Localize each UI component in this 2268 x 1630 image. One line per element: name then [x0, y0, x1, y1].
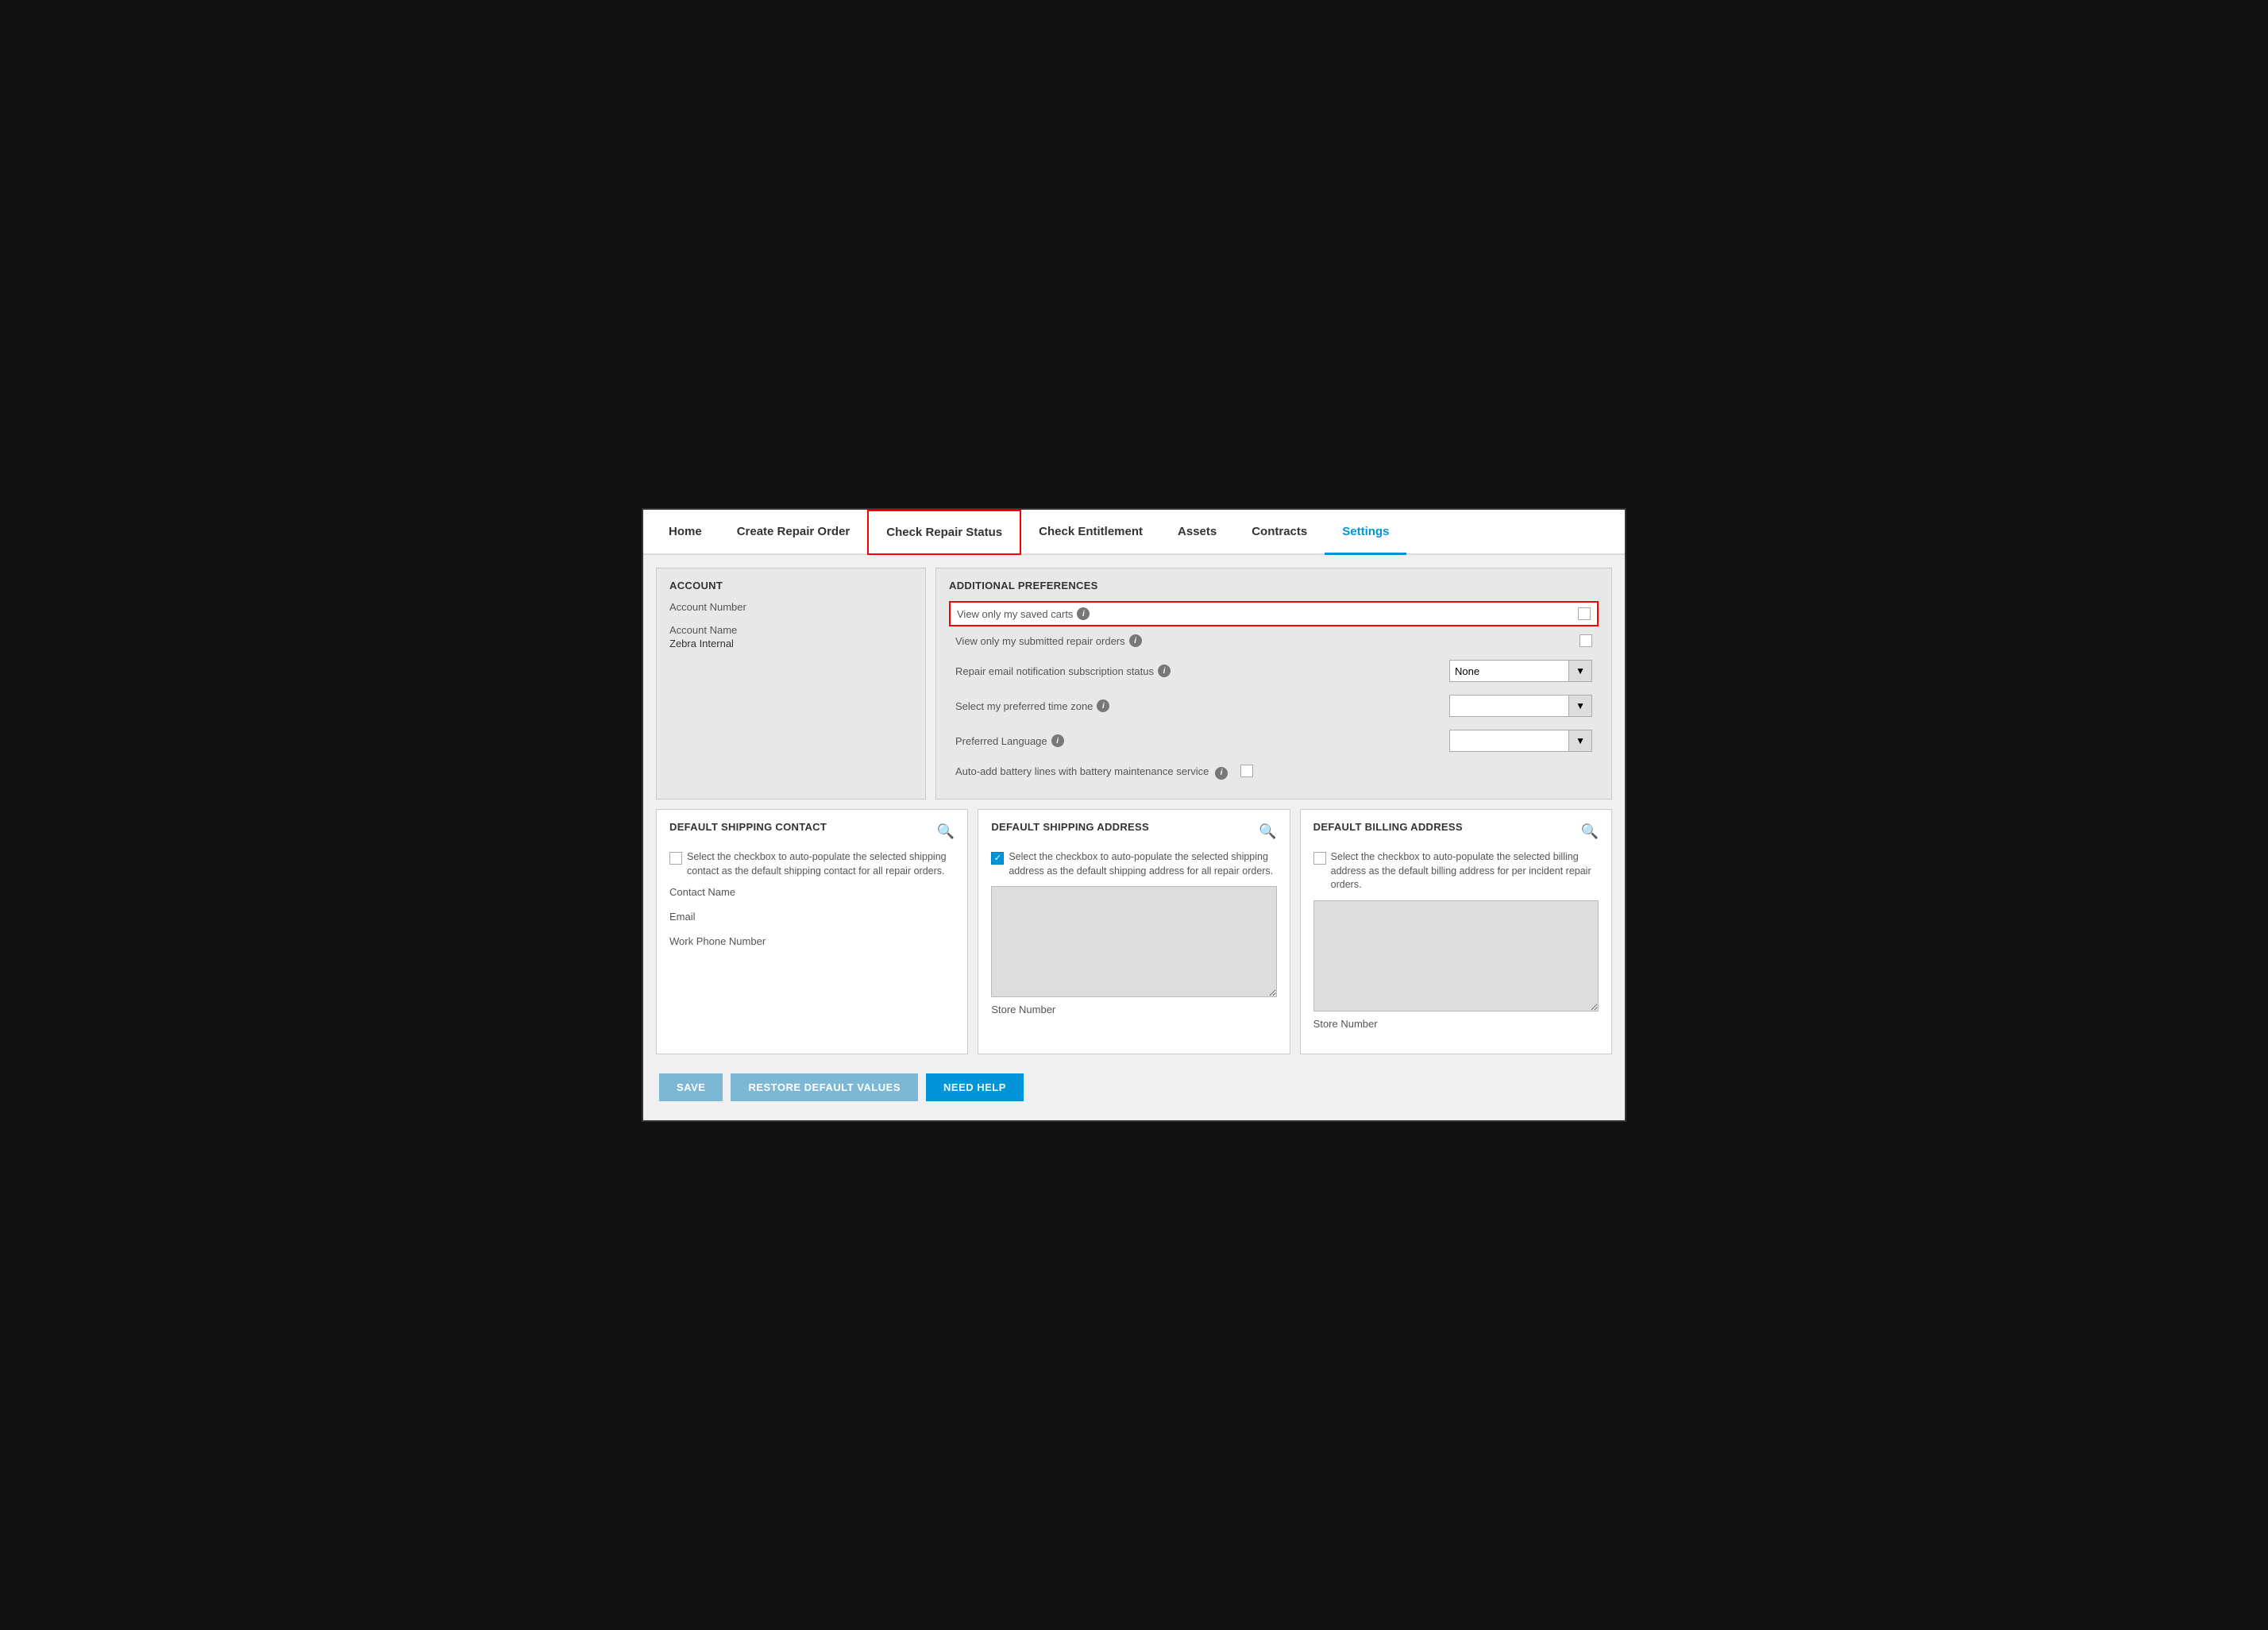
select-language[interactable]: ▼	[1449, 730, 1592, 752]
timezone-arrow[interactable]: ▼	[1568, 696, 1591, 716]
shipping-address-description: ✓ Select the checkbox to auto-populate t…	[991, 850, 1276, 878]
nav-settings[interactable]: Settings	[1325, 511, 1406, 555]
main-content: ACCOUNT Account Number Account Name Zebr…	[643, 555, 1625, 1120]
info-icon-email-notification[interactable]: i	[1158, 665, 1171, 677]
checkbox-battery[interactable]	[1240, 765, 1253, 777]
additional-preferences-panel: ADDITIONAL PREFERENCES View only my save…	[935, 568, 1612, 800]
shipping-contact-panel: DEFAULT SHIPPING CONTACT 🔍 Select the ch…	[656, 809, 968, 1054]
email-notification-select[interactable]: None All Custom	[1450, 665, 1568, 677]
pref-label-language: Preferred Language i	[955, 734, 1064, 747]
billing-address-textarea[interactable]	[1313, 900, 1599, 1012]
battery-row-content: Auto-add battery lines with battery main…	[955, 765, 1592, 780]
shipping-contact-search-icon[interactable]: 🔍	[937, 823, 955, 840]
shipping-contact-header: DEFAULT SHIPPING CONTACT 🔍	[669, 821, 955, 842]
timezone-select[interactable]	[1450, 700, 1568, 712]
save-button[interactable]: SAVE	[659, 1073, 723, 1101]
account-number-field: Account Number	[669, 601, 912, 613]
account-title: ACCOUNT	[669, 580, 912, 592]
email-notification-arrow[interactable]: ▼	[1568, 661, 1591, 681]
account-number-label: Account Number	[669, 601, 912, 613]
account-name-value: Zebra Internal	[669, 638, 912, 649]
button-bar: SAVE RESTORE DEFAULT VALUES NEED HELP	[656, 1067, 1612, 1108]
app-container: Home Create Repair Order Check Repair St…	[642, 508, 1626, 1122]
nav-create-repair-order[interactable]: Create Repair Order	[719, 511, 868, 555]
shipping-store-number-label: Store Number	[991, 1004, 1276, 1015]
nav-home[interactable]: Home	[651, 511, 719, 555]
info-icon-saved-carts[interactable]: i	[1077, 607, 1090, 620]
nav-bar: Home Create Repair Order Check Repair St…	[643, 510, 1625, 555]
pref-label-email-notification: Repair email notification subscription s…	[955, 665, 1171, 677]
pref-control-submitted-orders	[1580, 634, 1592, 647]
shipping-address-header: DEFAULT SHIPPING ADDRESS 🔍	[991, 821, 1276, 842]
billing-address-search-icon[interactable]: 🔍	[1581, 823, 1599, 840]
info-icon-timezone[interactable]: i	[1097, 699, 1109, 712]
pref-label-view-saved-carts: View only my saved carts i	[957, 607, 1090, 620]
checkbox-saved-carts[interactable]	[1578, 607, 1591, 620]
billing-address-title: DEFAULT BILLING ADDRESS	[1313, 821, 1463, 833]
shipping-address-search-icon[interactable]: 🔍	[1259, 823, 1276, 840]
phone-label: Work Phone Number	[669, 935, 955, 947]
billing-address-description: Select the checkbox to auto-populate the…	[1313, 850, 1599, 892]
pref-row-language: Preferred Language i ▼	[949, 725, 1599, 757]
battery-label: Auto-add battery lines with battery main…	[955, 765, 1228, 780]
pref-row-submitted-orders: View only my submitted repair orders i	[949, 630, 1599, 652]
shipping-address-panel: DEFAULT SHIPPING ADDRESS 🔍 ✓ Select the …	[978, 809, 1290, 1054]
account-name-field: Account Name Zebra Internal	[669, 624, 912, 649]
account-panel: ACCOUNT Account Number Account Name Zebr…	[656, 568, 926, 800]
restore-button[interactable]: RESTORE DEFAULT VALUES	[731, 1073, 918, 1101]
prefs-title: ADDITIONAL PREFERENCES	[949, 580, 1599, 592]
checkbox-billing-address[interactable]	[1313, 852, 1326, 865]
info-icon-language[interactable]: i	[1051, 734, 1064, 747]
email-label: Email	[669, 911, 955, 923]
pref-row-email-notification: Repair email notification subscription s…	[949, 655, 1599, 687]
billing-address-panel: DEFAULT BILLING ADDRESS 🔍 Select the che…	[1300, 809, 1612, 1054]
pref-row-battery: Auto-add battery lines with battery main…	[949, 760, 1599, 784]
pref-control-language: ▼	[1449, 730, 1592, 752]
shipping-contact-description: Select the checkbox to auto-populate the…	[669, 850, 955, 878]
pref-label-timezone: Select my preferred time zone i	[955, 699, 1109, 712]
nav-check-entitlement[interactable]: Check Entitlement	[1021, 511, 1160, 555]
language-arrow[interactable]: ▼	[1568, 730, 1591, 751]
pref-control-saved-carts	[1578, 607, 1591, 620]
help-button[interactable]: NEED HELP	[926, 1073, 1024, 1101]
checkbox-submitted-orders[interactable]	[1580, 634, 1592, 647]
pref-row-view-saved-carts: View only my saved carts i	[949, 601, 1599, 626]
account-name-label: Account Name	[669, 624, 912, 636]
nav-assets[interactable]: Assets	[1160, 511, 1234, 555]
info-icon-battery[interactable]: i	[1215, 767, 1228, 780]
pref-control-timezone: ▼	[1449, 695, 1592, 717]
checkbox-shipping-address[interactable]: ✓	[991, 852, 1004, 865]
bottom-panels: DEFAULT SHIPPING CONTACT 🔍 Select the ch…	[656, 809, 1612, 1054]
info-icon-submitted-orders[interactable]: i	[1129, 634, 1142, 647]
shipping-address-title: DEFAULT SHIPPING ADDRESS	[991, 821, 1149, 833]
select-email-notification[interactable]: None All Custom ▼	[1449, 660, 1592, 682]
select-timezone[interactable]: ▼	[1449, 695, 1592, 717]
pref-row-timezone: Select my preferred time zone i ▼	[949, 690, 1599, 722]
shipping-address-textarea[interactable]	[991, 886, 1276, 997]
checkbox-shipping-contact[interactable]	[669, 852, 682, 865]
billing-store-number-label: Store Number	[1313, 1018, 1599, 1030]
shipping-contact-title: DEFAULT SHIPPING CONTACT	[669, 821, 827, 833]
contact-name-label: Contact Name	[669, 886, 955, 898]
language-select[interactable]	[1450, 735, 1568, 747]
top-panels: ACCOUNT Account Number Account Name Zebr…	[656, 568, 1612, 800]
pref-label-submitted-orders: View only my submitted repair orders i	[955, 634, 1142, 647]
nav-check-repair-status[interactable]: Check Repair Status	[867, 510, 1021, 555]
nav-contracts[interactable]: Contracts	[1234, 511, 1325, 555]
billing-address-header: DEFAULT BILLING ADDRESS 🔍	[1313, 821, 1599, 842]
pref-control-email-notification: None All Custom ▼	[1449, 660, 1592, 682]
